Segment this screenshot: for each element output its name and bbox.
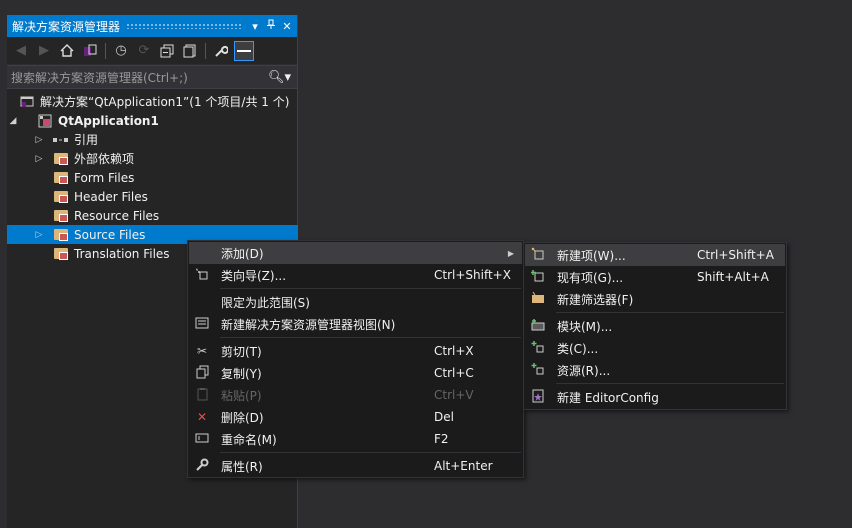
solution-icon: [19, 95, 35, 109]
submenu-item-module[interactable]: 模块(M)...: [525, 315, 785, 337]
submenu-item-new-item[interactable]: 新建项(W)... Ctrl+Shift+A: [525, 244, 785, 266]
expanded-arrow-icon[interactable]: ◢: [7, 116, 19, 126]
show-all-files-icon[interactable]: [180, 41, 200, 61]
tree-item-references[interactable]: ▷ 引用: [7, 130, 298, 149]
rename-icon: [189, 432, 215, 446]
panel-titlebar: 解决方案资源管理器 ▾ ✕: [7, 15, 297, 37]
qt-project-icon: [37, 114, 53, 128]
menu-item-add[interactable]: 添加(D) ▶: [189, 242, 522, 264]
class-wizard-icon: [189, 267, 215, 284]
new-item-icon: [525, 247, 551, 264]
solution-label: 解决方案“QtApplication1”(1 个项目/共 1 个): [40, 95, 290, 109]
tree-solution-node[interactable]: 解决方案“QtApplication1”(1 个项目/共 1 个): [7, 92, 298, 111]
new-filter-icon: [525, 291, 551, 307]
tree-item-form-files[interactable]: Form Files: [7, 168, 298, 187]
menu-separator: [556, 383, 784, 384]
add-resource-icon: [525, 362, 551, 379]
editorconfig-icon: [525, 389, 551, 406]
menu-separator: [556, 312, 784, 313]
collapsed-arrow-icon[interactable]: ▷: [33, 230, 45, 240]
filter-folder-icon: [53, 228, 69, 242]
back-icon[interactable]: ◀: [11, 41, 31, 61]
toolbar-separator: [105, 42, 106, 59]
tree-item-label: Translation Files: [74, 246, 170, 261]
tree-item-header-files[interactable]: Header Files: [7, 187, 298, 206]
tree-item-resource-files[interactable]: Resource Files: [7, 206, 298, 225]
wrench-icon: [189, 458, 215, 475]
menu-item-properties[interactable]: 属性(R) Alt+Enter: [189, 455, 522, 477]
tree-item-label: 引用: [74, 133, 99, 147]
search-box[interactable]: 搜索解决方案资源管理器(Ctrl+;) 🔍︎▾: [7, 65, 297, 89]
home-icon[interactable]: [57, 41, 77, 61]
collapse-all-icon[interactable]: [157, 41, 177, 61]
preview-selected-icon[interactable]: [234, 40, 254, 61]
add-class-icon: [525, 340, 551, 357]
menu-item-paste[interactable]: 粘贴(P) Ctrl+V: [189, 384, 522, 406]
add-submenu: 新建项(W)... Ctrl+Shift+A 现有项(G)... Shift+A…: [523, 242, 787, 410]
pending-changes-icon[interactable]: ◷: [111, 41, 131, 61]
tree-project-node[interactable]: ◢ QtApplication1: [7, 111, 298, 130]
panel-title: 解决方案资源管理器: [12, 19, 121, 34]
scissors-icon: ✂: [196, 344, 208, 358]
dropdown-icon[interactable]: ▾: [247, 20, 263, 33]
menu-item-rename[interactable]: 重命名(M) F2: [189, 428, 522, 450]
submenu-item-class[interactable]: 类(C)...: [525, 337, 785, 359]
tree-item-label: Form Files: [74, 170, 135, 185]
context-menu: 添加(D) ▶ 类向导(Z)... Ctrl+Shift+X 限定为此范围(S)…: [187, 240, 524, 478]
search-input[interactable]: 搜索解决方案资源管理器(Ctrl+;): [11, 69, 268, 86]
tree-item-label: Source Files: [74, 227, 146, 242]
project-label: QtApplication1: [58, 113, 159, 128]
forward-icon[interactable]: ▶: [34, 41, 54, 61]
menu-item-copy[interactable]: 复制(Y) Ctrl+C: [189, 362, 522, 384]
new-view-icon: [189, 316, 215, 333]
references-icon: [53, 133, 69, 147]
submenu-item-existing-item[interactable]: 现有项(G)... Shift+Alt+A: [525, 266, 785, 288]
submenu-item-new-filter[interactable]: 新建筛选器(F): [525, 288, 785, 310]
titlebar-grip[interactable]: [126, 23, 241, 29]
copy-icon: [189, 365, 215, 382]
filter-folder-icon: [53, 209, 69, 223]
delete-x-icon: ✕: [196, 410, 208, 424]
pin-icon[interactable]: [263, 19, 279, 33]
filter-folder-icon: [53, 247, 69, 261]
tree-item-label: Header Files: [74, 189, 148, 204]
sync-icon[interactable]: ⟳: [134, 41, 154, 61]
collapsed-arrow-icon[interactable]: ▷: [33, 154, 45, 164]
search-icon[interactable]: 🔍︎▾: [268, 70, 297, 85]
submenu-arrow-icon: ▶: [507, 248, 514, 258]
menu-item-delete[interactable]: ✕ 删除(D) Del: [189, 406, 522, 428]
close-icon[interactable]: ✕: [279, 20, 295, 33]
module-icon: [525, 318, 551, 334]
tree-item-label: Resource Files: [74, 208, 160, 223]
menu-separator: [220, 452, 521, 453]
menu-item-new-view[interactable]: 新建解决方案资源管理器视图(N): [189, 313, 522, 335]
submenu-item-resource[interactable]: 资源(R)...: [525, 359, 785, 381]
tree-item-label: 外部依赖项: [74, 152, 135, 166]
paste-icon: [189, 387, 215, 404]
tree-item-external-deps[interactable]: ▷ 外部依赖项: [7, 149, 298, 168]
menu-item-cut[interactable]: ✂ 剪切(T) Ctrl+X: [189, 340, 522, 362]
switch-views-icon[interactable]: [80, 41, 100, 61]
submenu-item-editorconfig[interactable]: 新建 EditorConfig: [525, 386, 785, 408]
menu-separator: [220, 337, 521, 338]
panel-toolbar: ◀ ▶ ◷ ⟳: [7, 37, 297, 65]
menu-separator: [220, 288, 521, 289]
collapsed-arrow-icon[interactable]: ▷: [33, 135, 45, 145]
properties-wrench-icon[interactable]: [211, 41, 231, 61]
menu-item-class-wizard[interactable]: 类向导(Z)... Ctrl+Shift+X: [189, 264, 522, 286]
menu-item-scope-to-this[interactable]: 限定为此范围(S): [189, 291, 522, 313]
toolbar-separator: [205, 42, 206, 59]
folder-icon: [53, 152, 69, 166]
filter-folder-icon: [53, 171, 69, 185]
filter-folder-icon: [53, 190, 69, 204]
existing-item-icon: [525, 269, 551, 286]
